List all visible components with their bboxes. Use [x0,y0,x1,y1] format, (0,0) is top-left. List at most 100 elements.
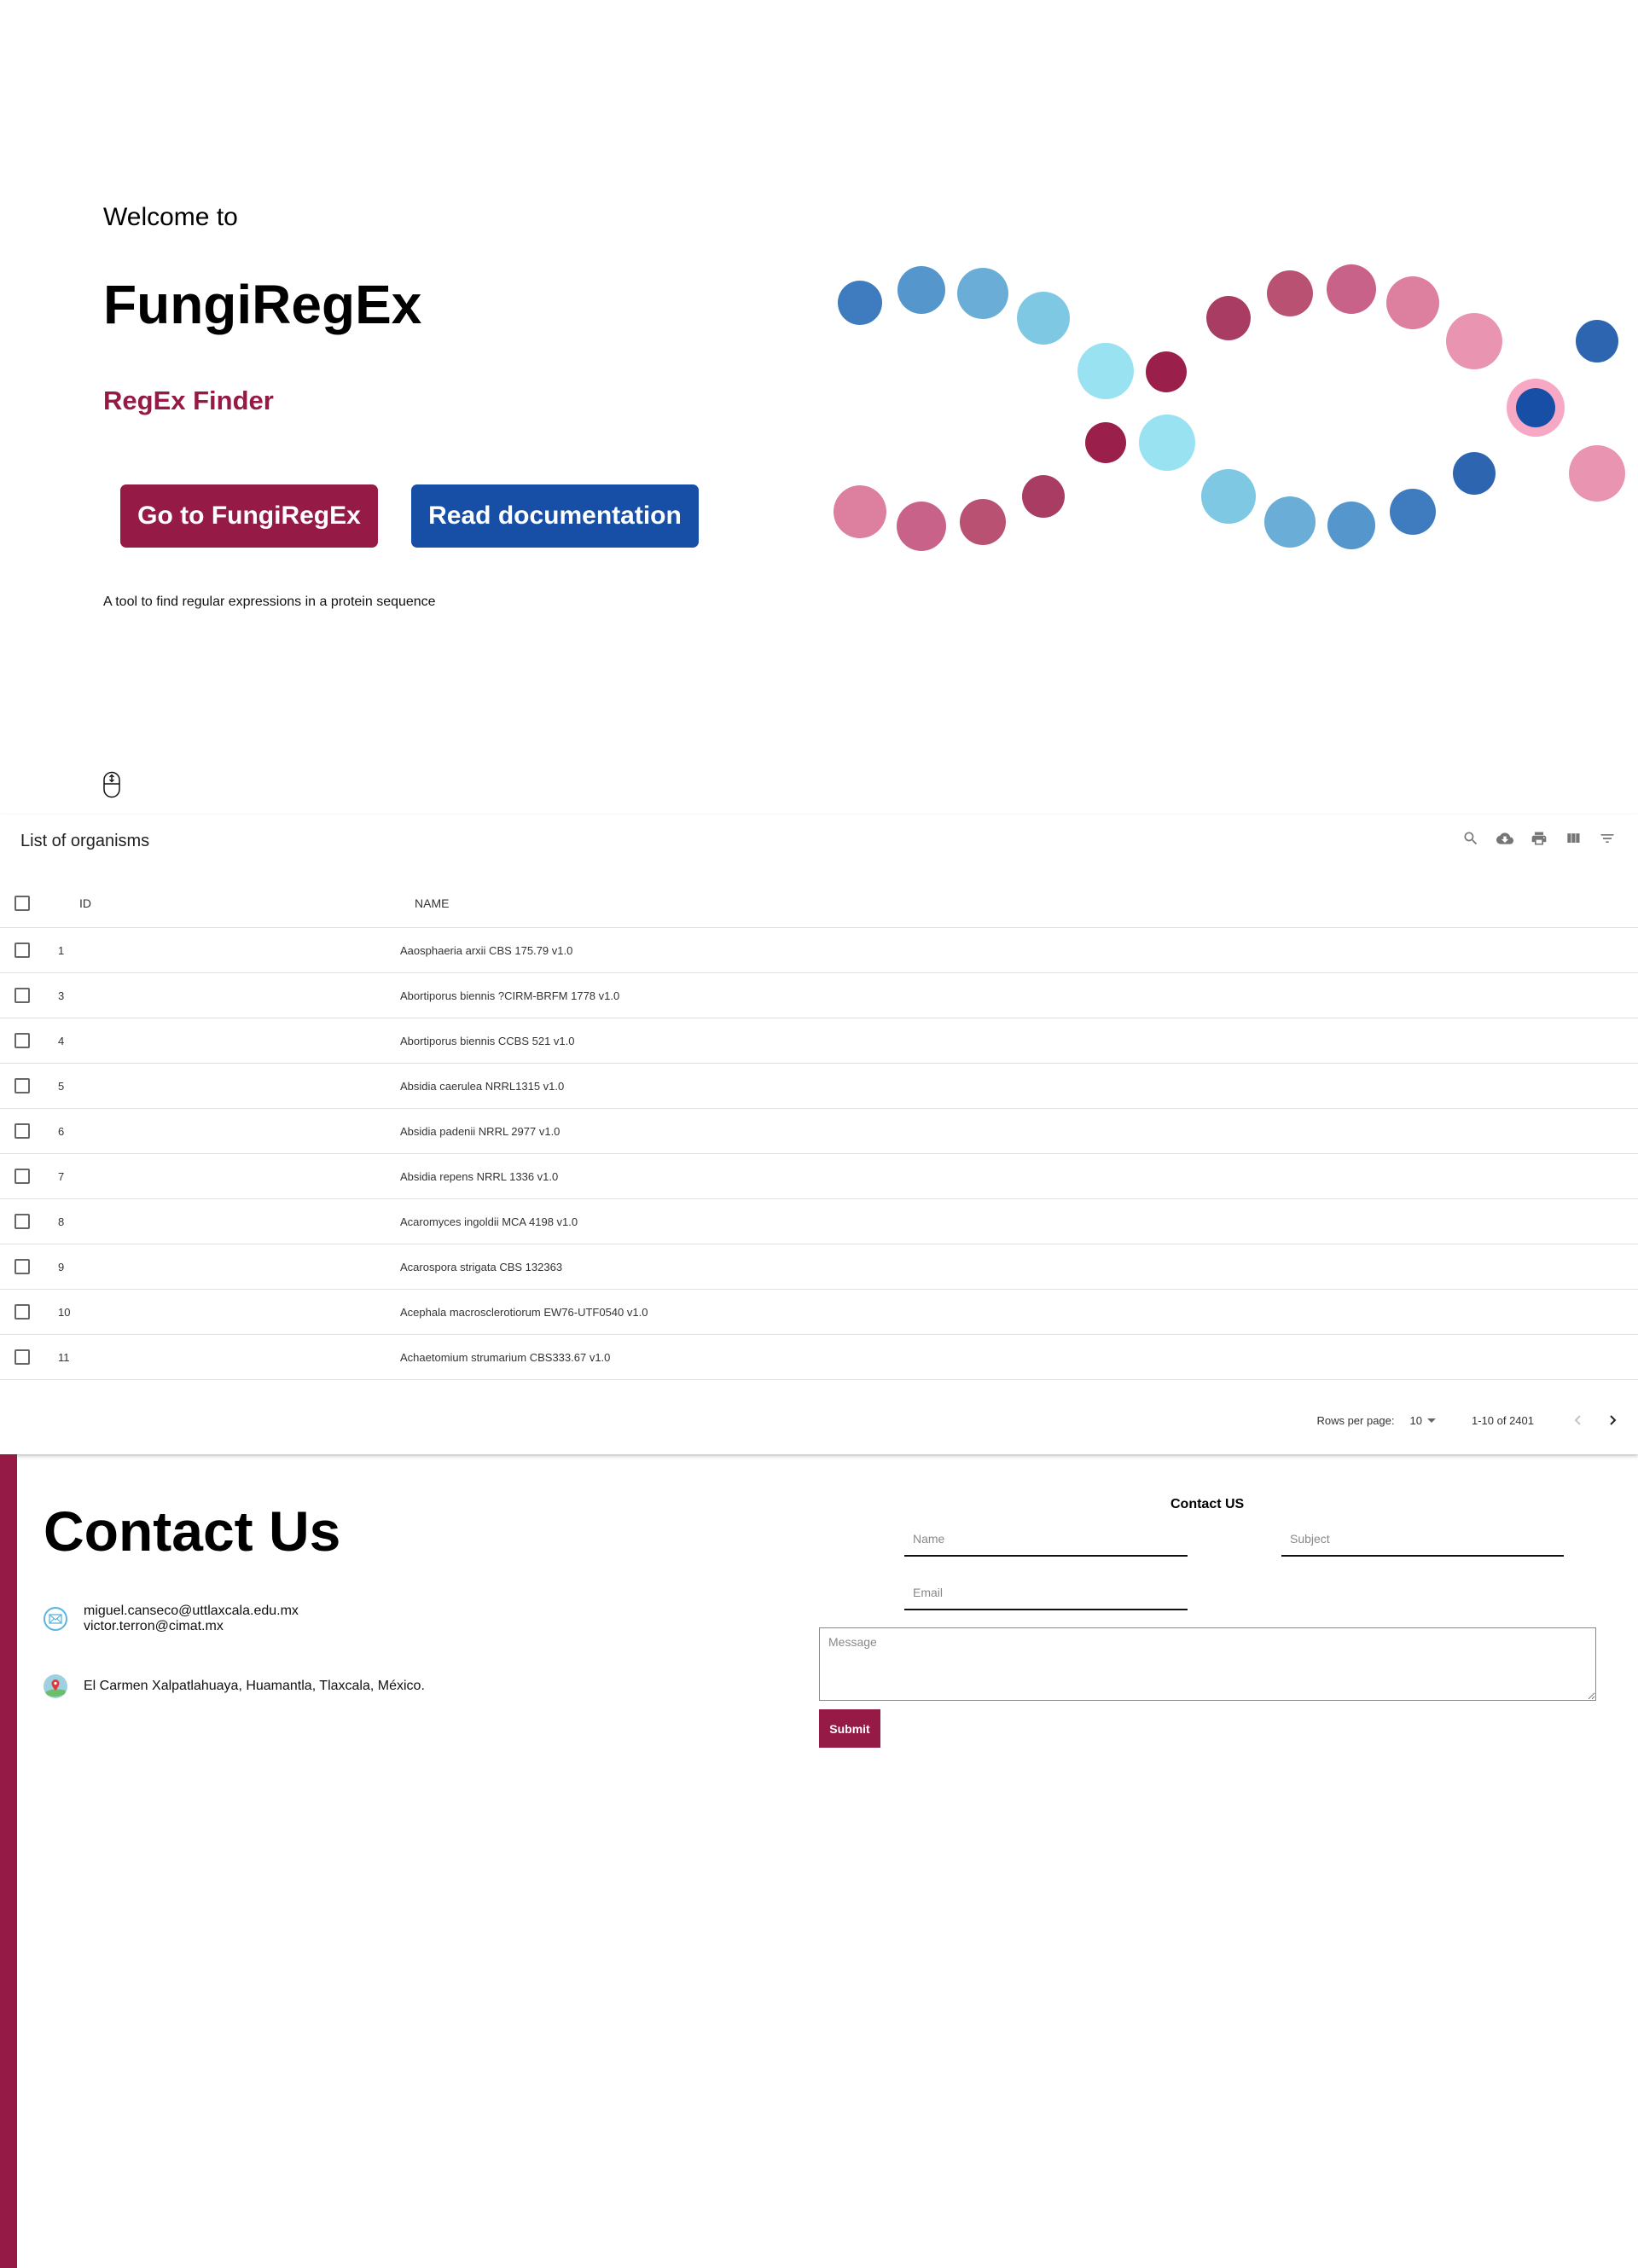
cell-name: Abortiporus biennis ?CIRM-BRFM 1778 v1.0 [400,989,620,1002]
rows-per-page-value: 10 [1409,1413,1422,1427]
cell-id: 7 [58,1170,65,1183]
table-row[interactable]: 10 Acephala macrosclerotiorum EW76-UTF054… [0,1290,1638,1335]
dropdown-caret-icon [1426,1418,1436,1423]
table-row[interactable]: 1 Aaosphaeria arxii CBS 175.79 v1.0 [0,928,1638,973]
filter-button[interactable] [1597,828,1618,849]
cell-name: Acephala macrosclerotiorum EW76-UTF0540 … [400,1306,648,1319]
cell-name: Absidia repens NRRL 1336 v1.0 [400,1170,559,1183]
row-checkbox[interactable] [15,1259,30,1274]
cell-id: 9 [58,1261,65,1273]
next-page-button[interactable] [1597,1405,1628,1436]
go-to-fungiregex-button[interactable]: Go to FungiRegEx [120,484,378,548]
decor-dot [897,502,946,551]
subject-field[interactable] [1281,1523,1564,1557]
decor-dot [1569,445,1625,502]
contact-form-title: Contact US [1170,1497,1245,1511]
name-field[interactable] [904,1523,1188,1557]
decor-dot [1390,489,1436,535]
row-checkbox[interactable] [15,1078,30,1093]
cell-id: 6 [58,1125,65,1138]
decor-dot [1085,422,1126,463]
select-all-checkbox[interactable] [15,896,30,911]
row-checkbox[interactable] [15,1169,30,1184]
decor-dot [1386,276,1439,329]
cell-name: Abortiporus biennis CCBS 521 v1.0 [400,1035,575,1047]
decor-dot [1516,388,1555,427]
table-row[interactable]: 4 Abortiporus biennis CCBS 521 v1.0 [0,1018,1638,1064]
decor-dot [1446,313,1502,369]
row-checkbox[interactable] [15,1304,30,1320]
cell-id: 4 [58,1035,65,1047]
decor-dot [1206,296,1251,340]
decor-dot [957,268,1008,319]
cell-name: Acaromyces ingoldii MCA 4198 v1.0 [400,1215,578,1228]
mouse-scroll-icon[interactable] [102,771,122,798]
row-checkbox[interactable] [15,943,30,958]
table-row[interactable]: 9 Acarospora strigata CBS 132363 [0,1244,1638,1290]
row-checkbox[interactable] [15,1214,30,1229]
decor-dot [1576,320,1618,363]
search-icon [1464,832,1478,845]
cell-id: 3 [58,989,65,1002]
search-button[interactable] [1461,828,1481,849]
pagination: Rows per page: 10 1-10 of 2401 [1316,1403,1638,1437]
email-link[interactable]: miguel.canseco@uttlaxcala.edu.mx [84,1604,299,1619]
submit-button[interactable]: Submit [819,1709,880,1748]
column-header-name[interactable]: NAME [415,879,449,928]
mail-icon [44,1607,67,1631]
table-title: List of organisms [20,832,150,850]
decor-dot [1264,496,1316,548]
subtitle: RegEx Finder [103,386,274,415]
cell-id: 8 [58,1215,65,1228]
table-row[interactable]: 8 Acaromyces ingoldii MCA 4198 v1.0 [0,1199,1638,1244]
table-row[interactable]: 7 Absidia repens NRRL 1336 v1.0 [0,1154,1638,1199]
table-header: ID NAME [0,879,1638,928]
pagination-range: 1-10 of 2401 [1471,1413,1534,1427]
print-button[interactable] [1529,828,1549,849]
table-row[interactable]: 3 Abortiporus biennis ?CIRM-BRFM 1778 v1.… [0,973,1638,1018]
cell-id: 11 [58,1351,70,1364]
hero-section: Welcome to FungiRegEx RegEx Finder Go to… [0,0,1638,815]
contact-title: Contact Us [44,1499,341,1563]
row-checkbox[interactable] [15,988,30,1003]
cell-name: Absidia caerulea NRRL1315 v1.0 [400,1080,565,1093]
row-checkbox[interactable] [15,1033,30,1048]
row-checkbox[interactable] [15,1349,30,1365]
contact-section: Contact Us miguel.canseco@uttlaxcala.edu… [0,1454,1638,2268]
table-toolbar [1461,828,1618,849]
brand-title: FungiRegEx [103,274,422,335]
previous-page-button[interactable] [1563,1405,1594,1436]
decor-dot [1077,343,1134,399]
read-documentation-button[interactable]: Read documentation [411,484,699,548]
rows-per-page-select[interactable]: 10 [1410,1414,1436,1427]
row-checkbox[interactable] [15,1123,30,1139]
tagline: A tool to find regular expressions in a … [103,595,436,609]
email-field[interactable] [904,1576,1188,1610]
cell-name: Aaosphaeria arxii CBS 175.79 v1.0 [400,944,573,957]
view-columns-icon [1567,833,1580,843]
filter-icon [1600,834,1614,843]
message-field[interactable] [819,1627,1596,1701]
table-row[interactable]: 6 Absidia padenii NRRL 2977 v1.0 [0,1109,1638,1154]
decor-dot [1017,292,1070,345]
email-link[interactable]: victor.terron@cimat.mx [84,1619,299,1634]
download-button[interactable] [1495,828,1515,849]
decorative-dna-dots [834,264,1625,551]
decor-dot [1201,469,1256,524]
column-header-id[interactable]: ID [79,879,91,928]
cell-id: 5 [58,1080,65,1093]
decor-dot [1327,264,1376,314]
table-row[interactable]: 5 Absidia caerulea NRRL1315 v1.0 [0,1064,1638,1109]
decor-dot [1139,415,1195,471]
cell-id: 10 [58,1306,71,1319]
cell-id: 1 [58,944,65,957]
chevron-left-icon [1574,1415,1581,1425]
table-row[interactable]: 11 Achaetomium strumarium CBS333.67 v1.0 [0,1335,1638,1380]
map-pin-icon [44,1674,67,1698]
cell-name: Achaetomium strumarium CBS333.67 v1.0 [400,1351,611,1364]
view-columns-button[interactable] [1563,828,1583,849]
rows-per-page-label: Rows per page: [1316,1413,1395,1427]
decor-dot [960,499,1006,545]
table-body: 1 Aaosphaeria arxii CBS 175.79 v1.0 3 Abort… [0,928,1638,1380]
accent-side-bar [0,1454,17,2268]
